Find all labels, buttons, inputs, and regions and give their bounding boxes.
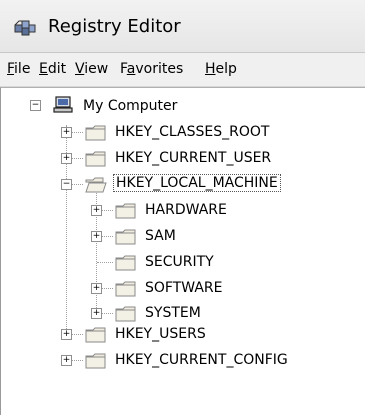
- tree-node-sam[interactable]: + SAM: [1, 224, 365, 250]
- plus-icon[interactable]: +: [91, 283, 102, 294]
- minus-icon[interactable]: −: [30, 100, 41, 111]
- menu-bar: File Edit View Favorites Help: [0, 53, 365, 87]
- plus-icon[interactable]: +: [61, 329, 72, 340]
- plus-icon[interactable]: +: [61, 127, 72, 138]
- title-bar[interactable]: Registry Editor: [0, 0, 365, 53]
- computer-icon: [53, 96, 73, 114]
- folder-icon: [85, 327, 107, 343]
- folder-icon: [115, 255, 137, 271]
- registry-tree: − My Computer + HKEY_CLASSES_ROOT + HKEY…: [0, 87, 365, 415]
- open-folder-icon: [85, 177, 107, 193]
- node-label: HARDWARE: [145, 202, 227, 218]
- node-label: SOFTWARE: [145, 280, 223, 296]
- tree-node-hkey-current-user[interactable]: + HKEY_CURRENT_USER: [1, 146, 365, 172]
- node-label: HKEY_USERS: [115, 326, 206, 342]
- folder-icon: [115, 306, 137, 322]
- node-label: HKEY_LOCAL_MACHINE: [113, 174, 281, 192]
- tree-node-hkey-local-machine[interactable]: − HKEY_LOCAL_MACHINE: [1, 172, 365, 198]
- folder-icon: [115, 229, 137, 245]
- node-label: HKEY_CURRENT_USER: [115, 150, 272, 166]
- tree-node-hkey-users[interactable]: + HKEY_USERS: [1, 322, 365, 348]
- tree-node-my-computer[interactable]: − My Computer: [1, 94, 365, 120]
- plus-icon[interactable]: +: [91, 231, 102, 242]
- node-label: HKEY_CURRENT_CONFIG: [115, 352, 288, 368]
- folder-icon: [115, 281, 137, 297]
- menu-help[interactable]: Help: [205, 61, 237, 77]
- minus-icon[interactable]: −: [61, 179, 72, 190]
- node-label: SYSTEM: [145, 305, 201, 321]
- folder-icon: [85, 353, 107, 369]
- tree-node-software[interactable]: + SOFTWARE: [1, 276, 365, 302]
- plus-icon[interactable]: +: [61, 355, 72, 366]
- node-label: SECURITY: [145, 254, 214, 270]
- menu-view[interactable]: View: [75, 61, 108, 77]
- tree-node-hkey-classes-root[interactable]: + HKEY_CLASSES_ROOT: [1, 120, 365, 146]
- registry-editor-window: Registry Editor File Edit View Favorites…: [0, 0, 365, 415]
- registry-editor-icon: [13, 17, 37, 39]
- plus-icon[interactable]: +: [91, 205, 102, 216]
- node-label: My Computer: [83, 98, 178, 114]
- menu-file[interactable]: File: [7, 61, 30, 77]
- plus-icon[interactable]: +: [91, 308, 102, 319]
- node-label: SAM: [145, 228, 176, 244]
- node-label: HKEY_CLASSES_ROOT: [115, 124, 270, 140]
- tree-node-hardware[interactable]: + HARDWARE: [1, 198, 365, 224]
- menu-favorites[interactable]: Favorites: [120, 61, 183, 77]
- folder-icon: [85, 125, 107, 141]
- window-title: Registry Editor: [48, 16, 181, 37]
- plus-icon[interactable]: +: [61, 153, 72, 164]
- folder-icon: [85, 151, 107, 167]
- menu-edit[interactable]: Edit: [39, 61, 66, 77]
- tree-node-security[interactable]: SECURITY: [1, 250, 365, 276]
- folder-icon: [115, 203, 137, 219]
- tree-node-hkey-current-config[interactable]: + HKEY_CURRENT_CONFIG: [1, 348, 365, 374]
